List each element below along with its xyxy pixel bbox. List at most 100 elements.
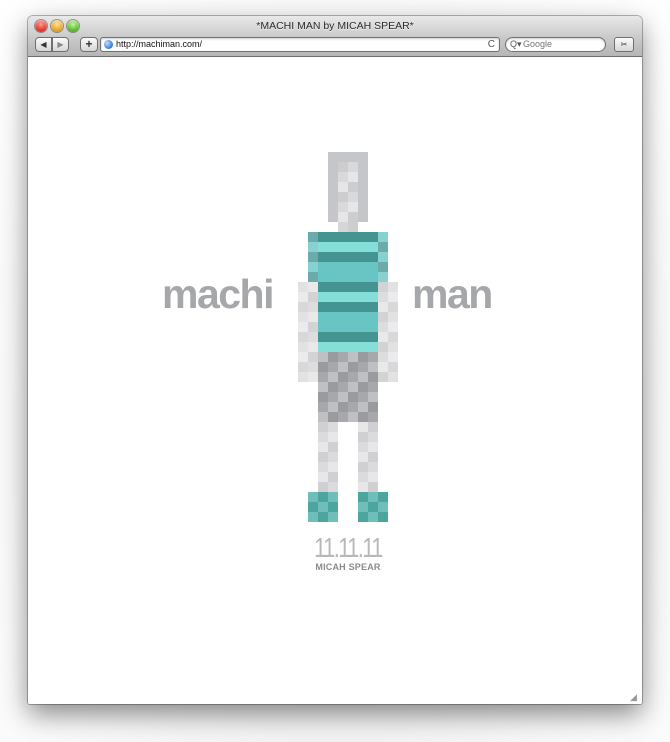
back-button[interactable]: ◀	[35, 37, 52, 52]
figure-leg-pixel	[368, 432, 378, 442]
figure-leg-pixel	[328, 432, 338, 442]
figure-shorts-pixel	[328, 382, 338, 392]
search-input[interactable]	[523, 38, 603, 51]
figure-shorts-pixel	[348, 362, 358, 372]
figure-shirt-pixel	[368, 322, 378, 332]
figure-shirt-pixel	[338, 322, 348, 332]
figure-leg-pixel	[318, 452, 328, 462]
figure-shirt-pixel	[328, 272, 338, 282]
figure-sleeve-pixel	[308, 242, 318, 252]
figure-head-pixel	[338, 212, 348, 222]
figure-head-pixel	[348, 152, 358, 162]
figure-shoe-pixel	[308, 502, 318, 512]
figure-shirt-pixel	[368, 252, 378, 262]
figure-shorts-pixel	[328, 372, 338, 382]
figure-shirt-pixel	[368, 332, 378, 342]
figure-shirt-pixel	[338, 262, 348, 272]
figure-shirt-pixel	[348, 312, 358, 322]
snapback-button[interactable]: ✂	[614, 37, 634, 52]
figure-shirt-pixel	[358, 292, 368, 302]
figure-shorts-pixel	[318, 362, 328, 372]
window-title: *MACHI MAN by MICAH SPEAR*	[256, 20, 414, 32]
figure-shoe-pixel	[368, 502, 378, 512]
release-date: 11.11.11	[314, 532, 383, 563]
figure-shorts-pixel	[358, 352, 368, 362]
figure-head-pixel	[338, 202, 348, 212]
figure-shirt-pixel	[318, 302, 328, 312]
figure-shorts-pixel	[318, 392, 328, 402]
figure-shoe-pixel	[378, 512, 388, 522]
figure-sleeve-pixel	[378, 252, 388, 262]
pixelated-man-image[interactable]	[288, 152, 408, 522]
figure-sleeve-pixel	[378, 232, 388, 242]
figure-shirt-pixel	[328, 302, 338, 312]
figure-shorts-pixel	[368, 352, 378, 362]
browser-window: *MACHI MAN by MICAH SPEAR* ◀ ▶ + http://…	[28, 16, 642, 704]
zoom-window-button[interactable]	[67, 20, 79, 32]
figure-shorts-pixel	[368, 372, 378, 382]
figure-arm-pixel	[298, 322, 308, 332]
forward-button[interactable]: ▶	[52, 37, 69, 52]
figure-head-pixel	[348, 182, 358, 192]
address-url: http://machiman.com/	[116, 39, 203, 49]
figure-shirt-pixel	[338, 332, 348, 342]
close-window-button[interactable]	[35, 20, 47, 32]
figure-shirt-pixel	[328, 312, 338, 322]
figure-shirt-pixel	[368, 292, 378, 302]
figure-shirt-pixel	[368, 272, 378, 282]
figure-head-pixel	[338, 172, 348, 182]
figure-shorts-pixel	[358, 372, 368, 382]
figure-shirt-pixel	[328, 342, 338, 352]
figure-leg-pixel	[318, 422, 328, 432]
figure-head-pixel	[348, 212, 358, 222]
figure-arm-pixel	[388, 362, 398, 372]
figure-head-pixel	[358, 212, 368, 222]
figure-shorts-pixel	[338, 362, 348, 372]
reload-icon[interactable]: C	[488, 38, 495, 51]
figure-shoe-pixel	[358, 492, 368, 502]
resize-handle-icon[interactable]: ◢	[630, 692, 640, 702]
figure-shirt-pixel	[328, 282, 338, 292]
figure-shirt-pixel	[318, 292, 328, 302]
address-bar[interactable]: http://machiman.com/ C	[100, 37, 500, 52]
search-icon[interactable]: Q▾	[510, 38, 522, 51]
figure-shirt-pixel	[348, 252, 358, 262]
figure-shirt-pixel	[348, 282, 358, 292]
figure-shirt-pixel	[348, 232, 358, 242]
figure-leg-pixel	[368, 452, 378, 462]
figure-shirt-pixel	[358, 342, 368, 352]
figure-shorts-pixel	[318, 352, 328, 362]
figure-shirt-pixel	[338, 312, 348, 322]
minimize-window-button[interactable]	[51, 20, 63, 32]
figure-shorts-pixel	[348, 402, 358, 412]
figure-leg-pixel	[328, 462, 338, 472]
figure-head-pixel	[358, 152, 368, 162]
figure-shirt-pixel	[368, 312, 378, 322]
figure-shoe-pixel	[368, 512, 378, 522]
figure-arm-pixel	[388, 302, 398, 312]
figure-sleeve-pixel	[378, 242, 388, 252]
figure-sleeve-pixel	[308, 262, 318, 272]
figure-arm-pixel	[378, 282, 388, 292]
figure-head-pixel	[338, 162, 348, 172]
figure-shirt-pixel	[358, 262, 368, 272]
figure-shirt-pixel	[348, 242, 358, 252]
add-bookmark-button[interactable]: +	[80, 37, 98, 52]
figure-head-pixel	[348, 192, 358, 202]
figure-arm-pixel	[378, 312, 388, 322]
figure-leg-pixel	[358, 442, 368, 452]
figure-arm-pixel	[378, 302, 388, 312]
title-word-machi: machi	[162, 271, 275, 317]
figure-shirt-pixel	[318, 252, 328, 262]
figure-shoe-pixel	[378, 492, 388, 502]
figure-head-pixel	[328, 152, 338, 162]
figure-arm-pixel	[308, 282, 318, 292]
figure-head-pixel	[328, 212, 338, 222]
figure-sleeve-pixel	[378, 272, 388, 282]
figure-shirt-pixel	[368, 342, 378, 352]
figure-shirt-pixel	[328, 242, 338, 252]
figure-leg-pixel	[328, 472, 338, 482]
search-field[interactable]: Q▾	[505, 37, 606, 52]
figure-shorts-pixel	[328, 362, 338, 372]
figure-leg-pixel	[358, 482, 368, 492]
